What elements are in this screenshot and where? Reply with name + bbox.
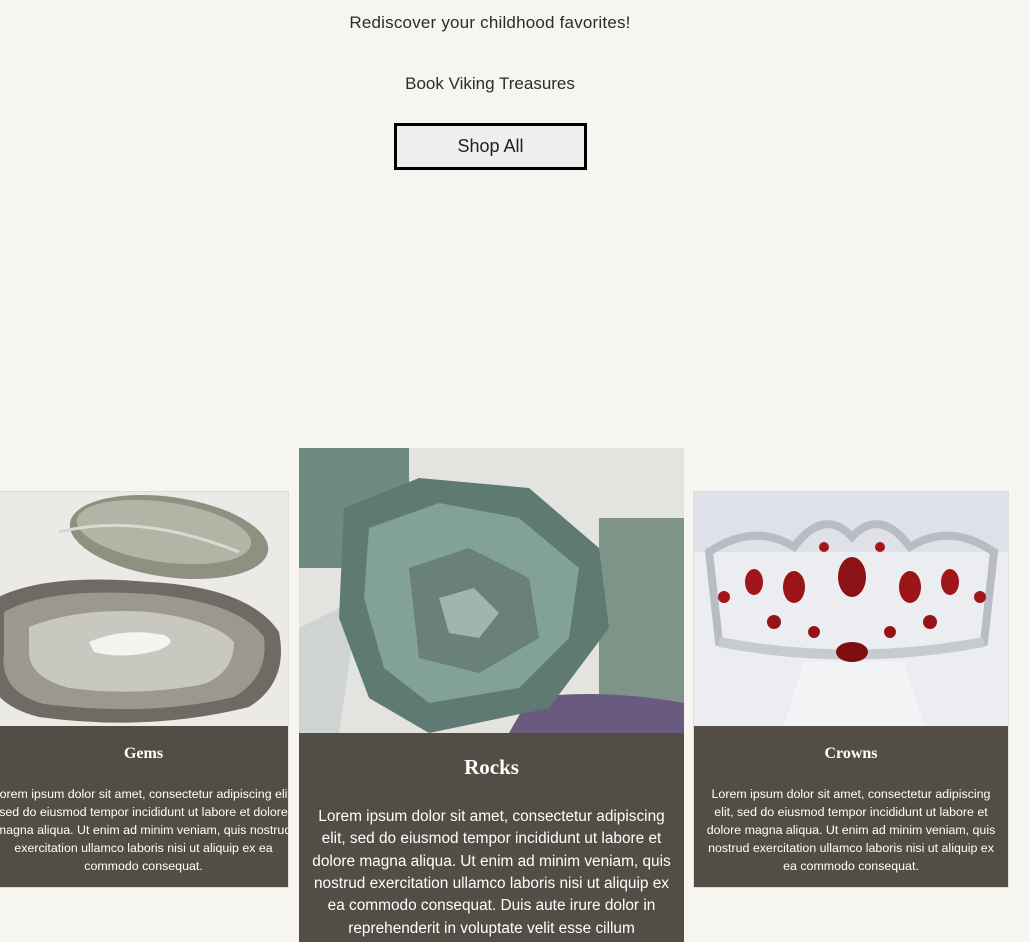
card-crowns-title: Crowns	[824, 745, 878, 762]
hero-tagline: Rediscover your childhood favorites!	[349, 13, 631, 32]
rough-mineral-image	[299, 448, 684, 733]
card-rocks-panel: Rocks Lorem ipsum dolor sit amet, consec…	[299, 733, 684, 942]
card-rocks[interactable]: Rocks Lorem ipsum dolor sit amet, consec…	[299, 448, 684, 942]
jeweled-crown-image	[694, 492, 1008, 726]
hero-subtitle: Book Viking Treasures	[405, 74, 575, 93]
hero-section: Rediscover your childhood favorites! Boo…	[0, 0, 1030, 200]
card-rocks-body: Lorem ipsum dolor sit amet, consectetur …	[312, 808, 671, 937]
card-gems-title: Gems	[123, 745, 164, 762]
card-crowns-panel: Crowns Lorem ipsum dolor sit amet, conse…	[694, 726, 1008, 887]
card-gems-body: Lorem ipsum dolor sit amet, consectetur …	[0, 787, 289, 873]
shop-all-button[interactable]: Shop All	[394, 123, 587, 170]
card-gems-panel: Gems Lorem ipsum dolor sit amet, consect…	[0, 726, 289, 887]
agate-slices-image	[0, 492, 288, 726]
card-crowns[interactable]: Crowns Lorem ipsum dolor sit amet, conse…	[693, 491, 1009, 888]
card-crowns-body: Lorem ipsum dolor sit amet, consectetur …	[706, 787, 996, 873]
card-gems[interactable]: Gems Lorem ipsum dolor sit amet, consect…	[0, 491, 289, 888]
card-rocks-title: Rocks	[464, 755, 519, 779]
